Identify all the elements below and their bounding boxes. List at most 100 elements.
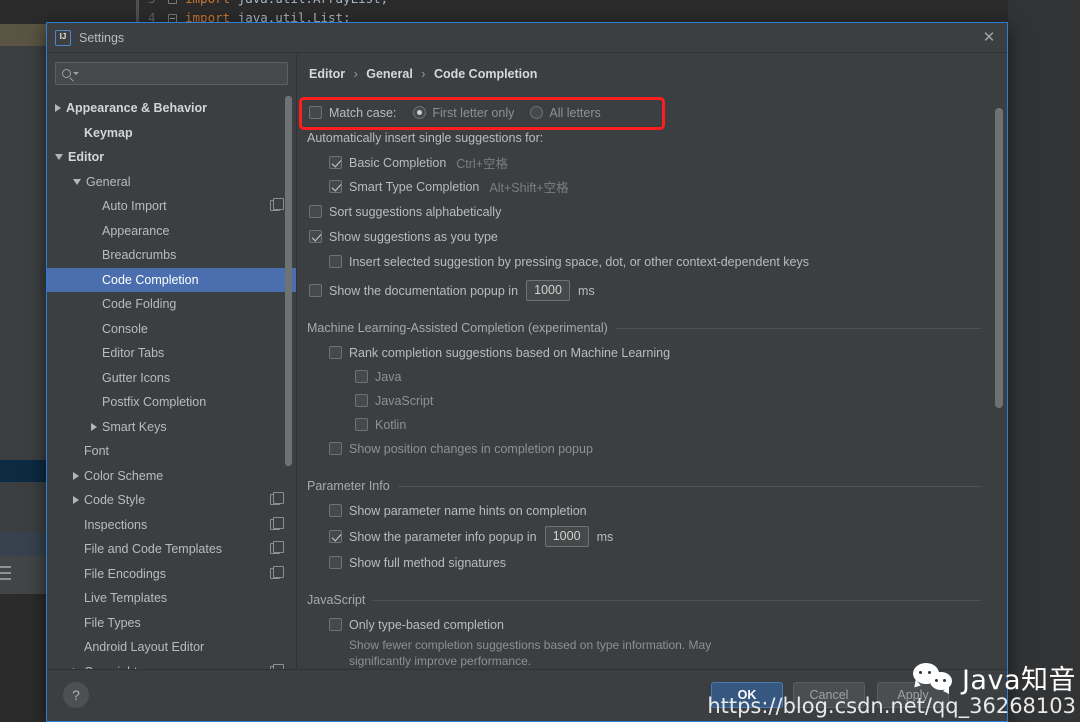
intellij-logo-icon [55,29,71,46]
sidebar-item-label: File Types [84,615,141,630]
smart-type-completion-checkbox[interactable] [329,180,342,193]
background-menu-line-3 [0,578,11,580]
content-scrollbar-track[interactable] [995,86,1005,665]
ml-java-row: Java [355,366,995,387]
chevron-down-icon[interactable] [55,154,63,161]
sidebar-item-file-types[interactable]: File Types [47,611,296,636]
ml-rank-checkbox[interactable] [329,346,342,359]
chevron-right-icon[interactable] [73,496,79,505]
doc-popup-checkbox[interactable] [309,284,322,297]
sidebar-item-file-encodings[interactable]: File Encodings [47,562,296,587]
settings-content: Editor › General › Code Completion Match… [297,54,1007,669]
sidebar-item-font[interactable]: Font [47,439,296,464]
search-input[interactable] [79,65,287,82]
cancel-button[interactable]: Cancel [793,682,865,708]
sidebar-item-general[interactable]: General [47,170,296,195]
settings-dialog: Settings ✕ Appearance & Behavior Keymap Ed… [46,22,1008,722]
sidebar-item-auto-import[interactable]: Auto Import [47,194,296,219]
sidebar-item-label: Live Templates [84,591,168,606]
sidebar-scrollbar-thumb[interactable] [285,96,292,466]
sidebar-item-editor[interactable]: Editor [47,145,296,170]
breadcrumb: Editor › General › Code Completion [309,67,537,81]
sidebar-item-label: Editor Tabs [102,346,165,361]
ml-kotlin-checkbox[interactable] [355,418,368,431]
insert-selected-checkbox[interactable] [329,255,342,268]
sidebar-item-live-templates[interactable]: Live Templates [47,586,296,611]
copy-icon[interactable] [270,198,284,211]
ml-rank-label: Rank completion suggestions based on Mac… [349,345,671,360]
sidebar-item-code-folding[interactable]: Code Folding [47,292,296,317]
breadcrumb-item-editor[interactable]: Editor [309,67,345,81]
sidebar-scrollbar-track[interactable] [285,96,294,669]
dialog-footer: ? OK Cancel Apply [47,669,1007,721]
sort-alphabetically-checkbox[interactable] [309,205,322,218]
sidebar-item-editor-tabs[interactable]: Editor Tabs [47,341,296,366]
basic-completion-label: Basic Completion [349,155,447,170]
content-scrollbar-thumb[interactable] [995,108,1003,408]
apply-button[interactable]: Apply [877,682,949,708]
chevron-right-icon[interactable] [73,471,79,480]
copy-icon[interactable] [270,541,284,554]
help-button[interactable]: ? [63,682,89,708]
code-fold-icon-3[interactable] [168,0,177,4]
ml-kotlin-label: Kotlin [375,417,407,432]
sidebar-item-inspections[interactable]: Inspections [47,513,296,538]
sidebar-item-color-scheme[interactable]: Color Scheme [47,464,296,489]
show-as-you-type-checkbox[interactable] [309,230,322,243]
chevron-down-icon[interactable] [73,178,81,185]
settings-search-box[interactable] [55,62,288,85]
dialog-titlebar: Settings ✕ [47,23,1007,53]
sidebar-item-file-and-code-templates[interactable]: File and Code Templates [47,537,296,562]
search-wrapper [47,54,296,91]
basic-completion-checkbox[interactable] [329,156,342,169]
breadcrumb-item-general[interactable]: General [366,67,413,81]
sidebar-item-breadcrumbs[interactable]: Breadcrumbs [47,243,296,268]
only-type-based-checkbox[interactable] [329,618,342,631]
param-name-hints-checkbox[interactable] [329,504,342,517]
ok-button[interactable]: OK [711,682,783,708]
sidebar-item-postfix-completion[interactable]: Postfix Completion [47,390,296,415]
sidebar-item-label: Smart Keys [102,419,167,434]
copy-icon[interactable] [270,492,284,505]
ml-section-title: Machine Learning-Assisted Completion (ex… [307,321,608,335]
sidebar-item-label: Gutter Icons [102,370,171,385]
sidebar-item-appearance-behavior[interactable]: Appearance & Behavior [47,96,296,121]
chevron-right-icon[interactable] [55,104,61,113]
param-info-popup-delay-input[interactable]: 1000 [544,526,589,547]
sidebar-item-console[interactable]: Console [47,317,296,342]
ml-javascript-checkbox[interactable] [355,394,368,407]
copy-icon[interactable] [270,565,284,579]
ml-section-divider [615,327,981,329]
match-case-checkbox[interactable] [309,106,322,119]
sidebar-item-label: File and Code Templates [84,542,223,557]
background-menu-line-1 [0,566,11,568]
sidebar-item-code-completion[interactable]: Code Completion [47,267,296,292]
sidebar-item-keymap[interactable]: Keymap [47,121,296,146]
sidebar-item-label: Android Layout Editor [84,640,205,655]
sidebar-item-copyright[interactable]: Copyright [47,660,296,669]
background-highlight-row [0,460,46,482]
sidebar-item-smart-keys[interactable]: Smart Keys [47,415,296,440]
smart-type-completion-row: Smart Type Completion Alt+Shift+空格 [329,176,995,197]
sidebar-item-appearance[interactable]: Appearance [47,219,296,244]
sort-alphabetically-label: Sort suggestions alphabetically [329,204,502,219]
javascript-section-header: JavaScript [307,593,981,607]
doc-popup-delay-input[interactable]: 1000 [526,280,571,301]
ml-position-changes-checkbox[interactable] [329,442,342,455]
ml-java-checkbox[interactable] [355,370,368,383]
first-letter-only-radio[interactable] [413,106,427,119]
sidebar-item-android-layout-editor[interactable]: Android Layout Editor [47,635,296,660]
sidebar-item-gutter-icons[interactable]: Gutter Icons [47,366,296,391]
close-icon[interactable]: ✕ [981,30,997,46]
sidebar-item-label: Code Completion [102,272,199,287]
full-method-signatures-checkbox[interactable] [329,556,342,569]
copy-icon[interactable] [270,516,284,530]
show-as-you-type-label: Show suggestions as you type [329,229,498,244]
breadcrumb-item-code-completion[interactable]: Code Completion [434,67,537,81]
chevron-right-icon[interactable] [91,422,97,431]
background-selected-row [0,532,46,556]
all-letters-radio[interactable] [530,106,544,119]
sidebar-item-code-style[interactable]: Code Style [47,488,296,513]
param-info-popup-checkbox[interactable] [329,530,342,543]
all-letters-label: All letters [549,105,601,120]
